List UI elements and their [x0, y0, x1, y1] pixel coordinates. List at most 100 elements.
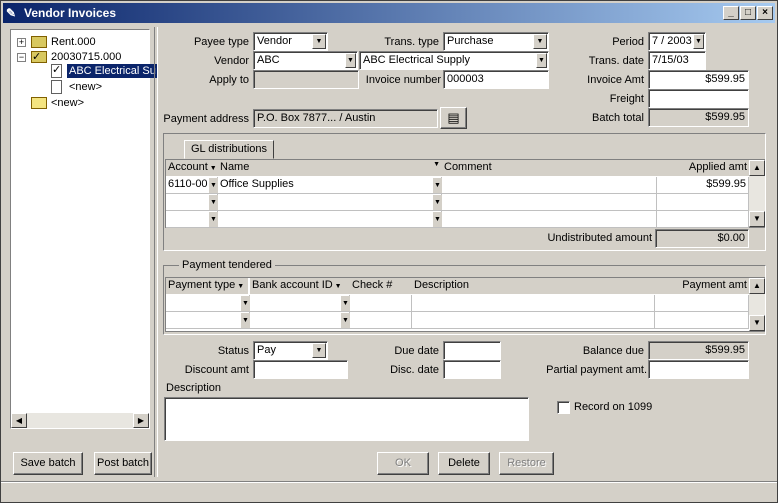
payment-cell-check[interactable] — [350, 312, 412, 329]
expand-icon[interactable]: + — [17, 38, 26, 47]
payment-grid[interactable]: Payment type ▼ Bank account ID ▼ Check #… — [165, 277, 765, 332]
title-bar[interactable]: ✎ Vendor Invoices _ □ × — [3, 3, 775, 23]
collapse-icon[interactable]: − — [17, 53, 26, 62]
description-textarea[interactable] — [164, 397, 529, 441]
gl-header-account-text: Account — [168, 161, 208, 173]
tree-node-batch[interactable]: 20030715.000 — [51, 50, 121, 64]
payment-cell-amt[interactable] — [655, 312, 749, 329]
payment-cell-type[interactable] — [166, 312, 250, 329]
dropdown-arrow-icon[interactable]: ▼ — [693, 34, 704, 49]
dropdown-arrow-icon[interactable]: ▼ — [312, 34, 326, 49]
invoice-amt-field[interactable]: $599.95 — [648, 70, 749, 89]
payment-header-bank-text: Bank account ID — [252, 279, 333, 291]
partial-payment-field[interactable] — [648, 360, 749, 379]
tree-node-rent[interactable]: Rent.000 — [51, 35, 96, 49]
invoice-number-field[interactable]: 000003 — [443, 70, 549, 89]
payment-cell-type[interactable] — [166, 295, 250, 312]
discount-amt-field[interactable] — [253, 360, 348, 379]
payment-header-bank[interactable]: Bank account ID ▼ — [250, 278, 350, 294]
trans-date-field[interactable]: 7/15/03 — [648, 51, 706, 70]
status-select[interactable]: Pay ▼ — [253, 341, 328, 360]
maximize-button[interactable]: □ — [740, 6, 756, 20]
payment-cell-description[interactable] — [412, 312, 655, 329]
gl-header-name[interactable]: Name ▼ — [218, 160, 442, 176]
account-dropdown-icon[interactable]: ▼ — [209, 178, 218, 193]
gl-header-name-text: Name — [220, 161, 250, 173]
dropdown-arrow-icon[interactable]: ▼ — [345, 53, 356, 68]
dropdown-arrow-icon[interactable]: ▼ — [533, 34, 547, 49]
record-1099-checkbox[interactable] — [557, 401, 570, 414]
payment-type-dropdown-icon[interactable]: ▼ — [241, 313, 250, 328]
tab-gl-distributions[interactable]: GL distributions — [184, 140, 274, 159]
gl-header-account[interactable]: Account ▼ — [166, 160, 218, 176]
payment-header-check[interactable]: Check # — [350, 278, 412, 294]
record-1099-label: Record on 1099 — [574, 401, 653, 413]
payee-type-value: Vendor — [257, 35, 292, 47]
gl-grid[interactable]: Account ▼ Name ▼ Comment Applied amt 6110… — [165, 159, 765, 228]
vendor-id-value: ABC — [257, 54, 280, 66]
account-dropdown-icon[interactable]: ▼ — [209, 212, 218, 227]
scroll-up-icon[interactable]: ▲ — [749, 160, 765, 176]
gl-cell-amt[interactable] — [657, 194, 749, 211]
scroll-up-icon[interactable]: ▲ — [749, 278, 765, 294]
balance-due-label: Balance due — [582, 345, 644, 357]
gl-header-applied-amt[interactable]: Applied amt — [657, 160, 749, 176]
payment-cell-bank[interactable] — [250, 295, 350, 312]
name-dropdown-icon[interactable]: ▼ — [433, 195, 442, 210]
bank-account-dropdown-icon[interactable]: ▼ — [341, 296, 350, 311]
payment-type-dropdown-icon[interactable]: ▼ — [241, 296, 250, 311]
payment-cell-bank[interactable] — [250, 312, 350, 329]
gl-vertical-scrollbar[interactable]: ▲ ▼ — [749, 160, 765, 227]
account-dropdown-icon[interactable]: ▼ — [209, 195, 218, 210]
scroll-left-icon[interactable]: ◀ — [11, 413, 27, 428]
minimize-button[interactable]: _ — [723, 6, 739, 20]
apply-to-field — [253, 70, 359, 89]
ok-button[interactable]: OK — [377, 452, 429, 475]
gl-cell-amt[interactable] — [657, 211, 749, 228]
bank-account-dropdown-icon[interactable]: ▼ — [341, 313, 350, 328]
gl-cell-name[interactable]: Office Supplies — [218, 177, 442, 194]
close-button[interactable]: × — [757, 6, 773, 20]
gl-cell-comment[interactable] — [442, 194, 657, 211]
post-batch-button[interactable]: Post batch — [94, 452, 152, 475]
period-select[interactable]: 7 / 2003 ▼ — [648, 32, 706, 51]
dropdown-arrow-icon[interactable]: ▼ — [536, 53, 547, 68]
restore-button[interactable]: Restore — [499, 452, 554, 475]
payment-cell-check[interactable] — [350, 295, 412, 312]
save-batch-button[interactable]: Save batch — [13, 452, 83, 475]
gl-cell-name[interactable] — [218, 194, 442, 211]
payment-header-description[interactable]: Description — [412, 278, 655, 294]
name-dropdown-icon[interactable]: ▼ — [433, 212, 442, 227]
payee-type-select[interactable]: Vendor ▼ — [253, 32, 328, 51]
name-dropdown-icon[interactable]: ▼ — [433, 178, 442, 193]
gl-cell-amt[interactable]: $599.95 — [657, 177, 749, 194]
tree-node-new-batch[interactable]: <new> — [51, 96, 84, 110]
gl-cell-name[interactable] — [218, 211, 442, 228]
address-book-button[interactable]: ▤ — [440, 107, 467, 129]
tree-node-new-invoice[interactable]: <new> — [69, 80, 102, 94]
vendor-id-select[interactable]: ABC ▼ — [253, 51, 358, 70]
tree-node-abc-electrical[interactable]: ABC Electrical Su — [67, 64, 158, 78]
scroll-down-icon[interactable]: ▼ — [749, 211, 765, 227]
payment-vertical-scrollbar[interactable]: ▲ ▼ — [749, 278, 765, 331]
freight-field[interactable] — [648, 89, 749, 108]
trans-type-select[interactable]: Purchase ▼ — [443, 32, 549, 51]
vendor-name-select[interactable]: ABC Electrical Supply ▼ — [359, 51, 549, 70]
gl-cell-comment[interactable] — [442, 177, 657, 194]
horizontal-scrollbar[interactable]: ◀ ▶ — [11, 413, 149, 428]
payment-header-type[interactable]: Payment type ▼ — [166, 278, 248, 294]
scroll-right-icon[interactable]: ▶ — [133, 413, 149, 428]
delete-button[interactable]: Delete — [438, 452, 490, 475]
gl-header-comment[interactable]: Comment — [442, 160, 657, 176]
scroll-down-icon[interactable]: ▼ — [749, 315, 765, 331]
due-date-label: Due date — [394, 345, 439, 357]
payment-header-amt[interactable]: Payment amt — [655, 278, 749, 294]
splitter[interactable] — [154, 27, 158, 477]
due-date-field[interactable] — [443, 341, 501, 360]
disc-date-field[interactable] — [443, 360, 501, 379]
invoice-tree[interactable]: + Rent.000 − ✓ 20030715.000 ✓ ABC Electr… — [10, 29, 158, 429]
payment-cell-description[interactable] — [412, 295, 655, 312]
payment-cell-amt[interactable] — [655, 295, 749, 312]
gl-cell-comment[interactable] — [442, 211, 657, 228]
dropdown-arrow-icon[interactable]: ▼ — [312, 343, 326, 358]
